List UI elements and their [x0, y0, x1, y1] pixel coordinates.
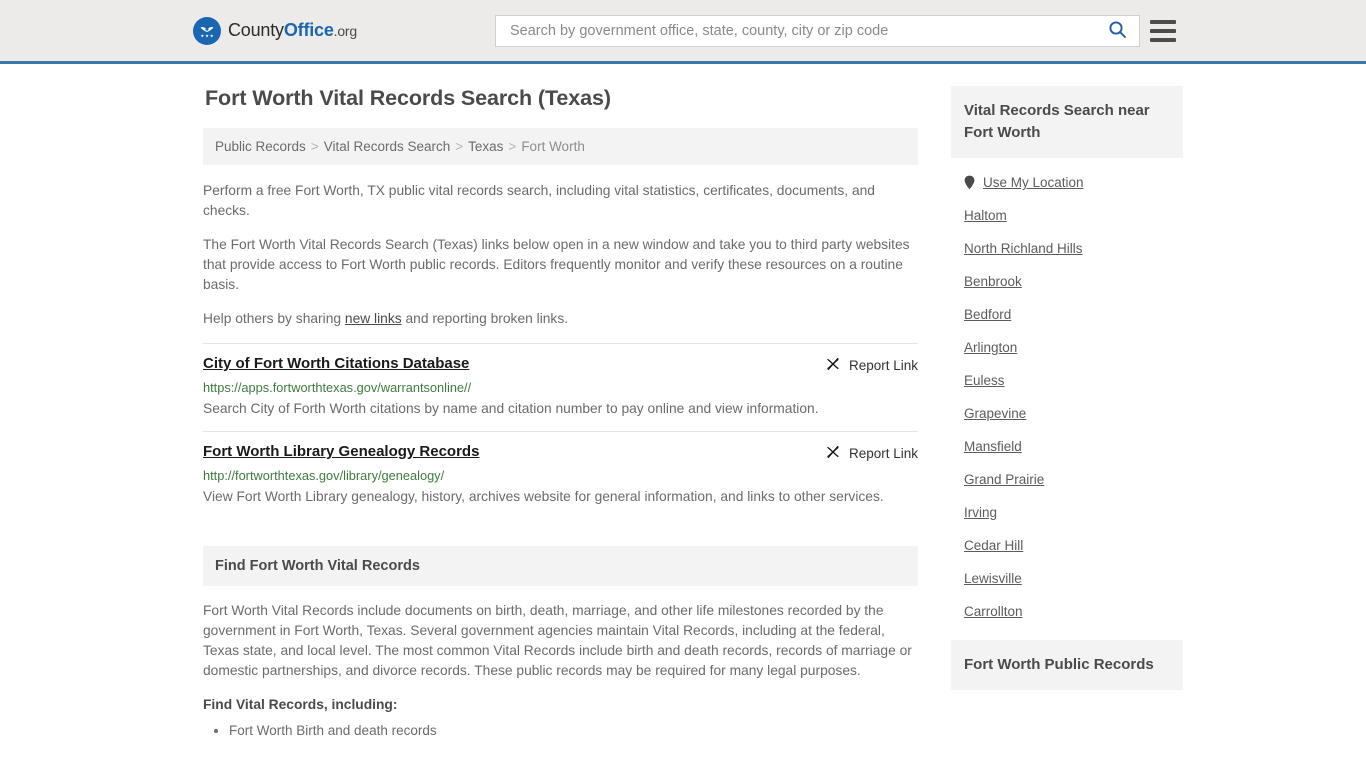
city-link[interactable]: Arlington	[964, 340, 1017, 355]
sidebar-item-lewisville[interactable]: Lewisville	[951, 562, 1183, 595]
breadcrumb-separator: >	[310, 139, 319, 154]
find-records-heading: Find Fort Worth Vital Records	[203, 546, 918, 586]
sidebar-item-mansfield[interactable]: Mansfield	[951, 430, 1183, 463]
logo-text-office: Office	[283, 20, 334, 40]
logo-wordmark: CountyOffice.org	[228, 20, 357, 41]
site-header: CountyOffice.org	[0, 0, 1366, 64]
sidebar-item-cedar-hill[interactable]: Cedar Hill	[951, 529, 1183, 562]
result-header: Fort Worth Library Genealogy Records Rep…	[203, 443, 918, 463]
broken-link-icon	[825, 444, 841, 463]
sidebar-nearby-heading: Vital Records Search near Fort Worth	[951, 86, 1183, 158]
result-description: Search City of Forth Worth citations by …	[203, 401, 819, 416]
result-title-link[interactable]: Fort Worth Library Genealogy Records	[203, 443, 479, 460]
report-link-button[interactable]: Report Link	[825, 355, 918, 375]
find-records-paragraph: Fort Worth Vital Records include documen…	[203, 603, 912, 678]
city-link[interactable]: Cedar Hill	[964, 538, 1023, 553]
result-header: City of Fort Worth Citations Database Re…	[203, 355, 918, 375]
sidebar-item-north-richland-hills[interactable]: North Richland Hills	[951, 232, 1183, 265]
search-button[interactable]	[1104, 20, 1131, 42]
result-title-link[interactable]: City of Fort Worth Citations Database	[203, 355, 469, 372]
report-link-label: Report Link	[848, 358, 918, 373]
report-link-label: Report Link	[848, 446, 918, 461]
city-link[interactable]: Carrollton	[964, 604, 1023, 619]
main-column: Fort Worth Vital Records Search (Texas) …	[203, 86, 918, 743]
share-text-after: and reporting broken links.	[401, 311, 569, 326]
breadcrumb: Public Records > Vital Records Search > Texa…	[203, 128, 918, 165]
search-input[interactable]	[508, 15, 1104, 46]
city-link[interactable]: Grand Prairie	[964, 472, 1044, 487]
result-url[interactable]: https://apps.fortworthtexas.gov/warrants…	[203, 380, 918, 395]
intro-paragraph-3: Help others by sharing new links and rep…	[203, 309, 918, 329]
result-item: City of Fort Worth Citations Database Re…	[203, 343, 918, 431]
breadcrumb-separator: >	[508, 139, 517, 154]
breadcrumb-separator: >	[455, 139, 464, 154]
city-link[interactable]: Lewisville	[964, 571, 1022, 586]
city-link[interactable]: Euless	[964, 373, 1005, 388]
eagle-seal-icon	[193, 16, 221, 45]
hamburger-bar	[1150, 37, 1176, 42]
sidebar-item-irving[interactable]: Irving	[951, 496, 1183, 529]
find-records-subheading: Find Vital Records, including:	[203, 697, 398, 712]
share-text-before: Help others by sharing	[203, 311, 345, 326]
city-link[interactable]: Bedford	[964, 307, 1011, 322]
broken-link-icon	[825, 356, 841, 375]
city-link[interactable]: Haltom	[964, 208, 1007, 223]
content-container: Fort Worth Vital Records Search (Texas) …	[203, 64, 1183, 743]
breadcrumb-item-public-records[interactable]: Public Records	[215, 139, 306, 154]
intro-paragraph-2: The Fort Worth Vital Records Search (Tex…	[203, 237, 910, 292]
result-item: Fort Worth Library Genealogy Records Rep…	[203, 431, 918, 519]
breadcrumb-item-fort-worth: Fort Worth	[521, 139, 585, 154]
find-records-list: Fort Worth Birth and death records	[203, 720, 918, 741]
sidebar-item-grand-prairie[interactable]: Grand Prairie	[951, 463, 1183, 496]
report-link-button[interactable]: Report Link	[825, 443, 918, 463]
sidebar-public-records-heading: Fort Worth Public Records	[951, 640, 1183, 690]
sidebar-item-carrollton[interactable]: Carrollton	[951, 595, 1183, 628]
hamburger-bar	[1150, 28, 1176, 33]
breadcrumb-item-texas[interactable]: Texas	[468, 139, 503, 154]
city-link[interactable]: North Richland Hills	[964, 241, 1083, 256]
result-description: View Fort Worth Library genealogy, histo…	[203, 489, 884, 504]
sidebar: Vital Records Search near Fort Worth Use…	[951, 86, 1183, 743]
city-link[interactable]: Grapevine	[964, 406, 1026, 421]
breadcrumb-item-vital-records-search[interactable]: Vital Records Search	[324, 139, 451, 154]
intro-paragraph-1: Perform a free Fort Worth, TX public vit…	[203, 183, 875, 218]
page-body: Fort Worth Vital Records Search (Texas) …	[0, 64, 1366, 743]
map-pin-icon	[964, 175, 975, 190]
sidebar-item-benbrook[interactable]: Benbrook	[951, 265, 1183, 298]
city-link[interactable]: Benbrook	[964, 274, 1022, 289]
hamburger-bar	[1150, 19, 1176, 24]
sidebar-item-grapevine[interactable]: Grapevine	[951, 397, 1183, 430]
logo-text-tld: .org	[333, 23, 358, 39]
city-link[interactable]: Irving	[964, 505, 997, 520]
search-icon	[1108, 20, 1127, 42]
sidebar-city-list: Use My Location Haltom North Richland Hi…	[951, 158, 1183, 628]
result-url[interactable]: http://fortworthtexas.gov/library/geneal…	[203, 468, 918, 483]
logo-text-county: County	[228, 20, 284, 40]
site-logo[interactable]: CountyOffice.org	[193, 16, 357, 45]
sidebar-item-haltom[interactable]: Haltom	[951, 199, 1183, 232]
hamburger-menu-icon[interactable]	[1150, 19, 1176, 42]
sidebar-item-euless[interactable]: Euless	[951, 364, 1183, 397]
sidebar-item-use-my-location[interactable]: Use My Location	[951, 166, 1183, 199]
page-title: Fort Worth Vital Records Search (Texas)	[205, 86, 611, 110]
new-links-link[interactable]: new links	[345, 311, 402, 326]
sidebar-item-arlington[interactable]: Arlington	[951, 331, 1183, 364]
use-my-location-link[interactable]: Use My Location	[983, 175, 1084, 190]
city-link[interactable]: Mansfield	[964, 439, 1022, 454]
search-bar[interactable]	[495, 14, 1140, 47]
sidebar-item-bedford[interactable]: Bedford	[951, 298, 1183, 331]
list-item: Fort Worth Birth and death records	[229, 720, 918, 741]
find-records-body: Fort Worth Vital Records include documen…	[203, 586, 918, 741]
